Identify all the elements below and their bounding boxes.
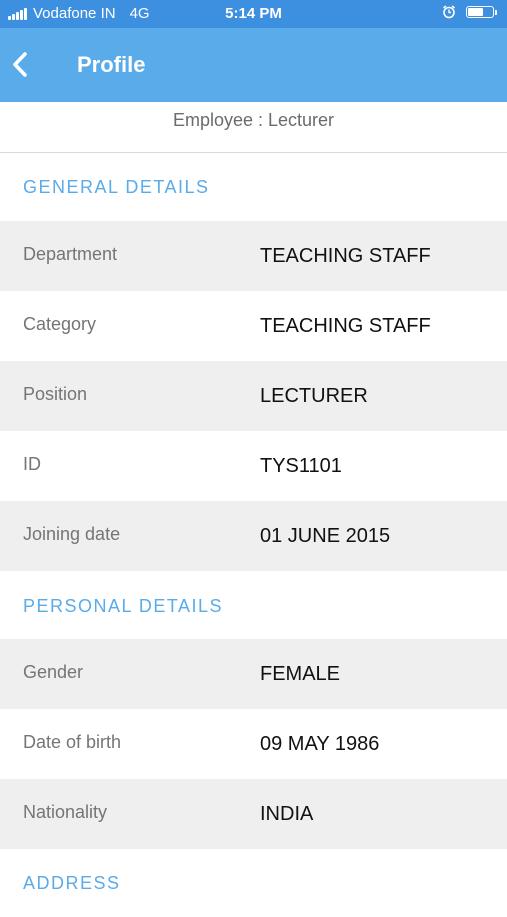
status-bar: Vodafone IN 4G 5:14 PM xyxy=(0,0,507,28)
section-title-general: GENERAL DETAILS xyxy=(23,177,210,197)
detail-value: INDIA xyxy=(260,803,314,825)
detail-row-category: Category TEACHING STAFF xyxy=(0,291,507,361)
section-title-address: ADDRESS xyxy=(23,873,121,893)
section-header-general: GENERAL DETAILS xyxy=(0,153,507,221)
detail-label: ID xyxy=(23,454,41,474)
battery-icon xyxy=(466,6,494,18)
chevron-left-icon xyxy=(13,52,27,77)
section-header-personal: PERSONAL DETAILS xyxy=(0,571,507,639)
detail-value: TEACHING STAFF xyxy=(260,315,431,337)
status-time: 5:14 PM xyxy=(225,5,282,22)
battery-tip xyxy=(495,9,497,15)
detail-label: Gender xyxy=(23,662,84,682)
nav-bar: Profile xyxy=(0,28,507,102)
section-title-personal: PERSONAL DETAILS xyxy=(23,596,224,616)
detail-row-joining-date: Joining date 01 JUNE 2015 xyxy=(0,501,507,571)
detail-value: 01 JUNE 2015 xyxy=(260,525,391,547)
section-header-address: ADDRESS xyxy=(0,849,507,917)
detail-value: TYS1101 xyxy=(260,455,342,477)
detail-label: Category xyxy=(23,314,97,334)
detail-value: LECTURER xyxy=(260,385,368,407)
employee-designation: Employee : Lecturer xyxy=(0,102,507,153)
alarm-icon xyxy=(443,5,455,19)
detail-row-position: Position LECTURER xyxy=(0,361,507,431)
detail-row-date-of-birth: Date of birth 09 MAY 1986 xyxy=(0,709,507,779)
detail-label: Position xyxy=(23,384,88,404)
battery-fill xyxy=(468,8,483,16)
page-title: Profile xyxy=(77,52,146,77)
detail-value: 09 MAY 1986 xyxy=(260,733,380,755)
detail-row-id: ID TYS1101 xyxy=(0,431,507,501)
back-button[interactable] xyxy=(8,50,38,80)
detail-label: Joining date xyxy=(23,524,121,544)
detail-row-department: Department TEACHING STAFF xyxy=(0,221,507,291)
detail-row-nationality: Nationality INDIA xyxy=(0,779,507,849)
detail-value: FEMALE xyxy=(260,663,341,685)
detail-value: TEACHING STAFF xyxy=(260,245,431,267)
detail-label: Nationality xyxy=(23,802,108,822)
detail-label: Department xyxy=(23,244,118,264)
detail-label: Date of birth xyxy=(23,732,122,752)
detail-row-gender: Gender FEMALE xyxy=(0,639,507,709)
status-right xyxy=(442,5,497,19)
